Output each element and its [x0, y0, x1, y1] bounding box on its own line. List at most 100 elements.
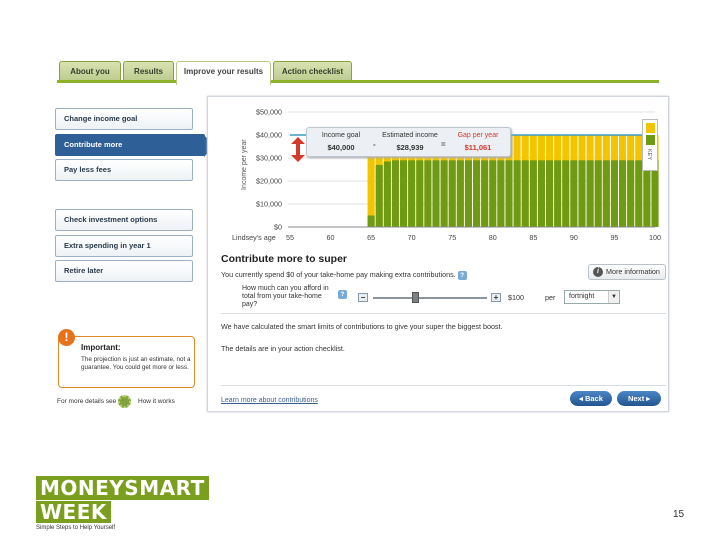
help-icon[interactable]: ?	[457, 270, 467, 280]
bar-income	[529, 160, 537, 227]
bar-income	[610, 160, 618, 227]
amount-slider-track[interactable]	[373, 297, 487, 299]
per-label: per	[545, 293, 556, 302]
info-icon: i	[593, 267, 603, 277]
help-icon[interactable]: ?	[338, 290, 347, 299]
equals-operator: =	[441, 140, 446, 149]
legend-swatch-green	[646, 135, 655, 145]
logo-tagline: Simple Steps to Help Yourself	[36, 525, 116, 531]
chevron-down-icon: ▼	[608, 291, 619, 303]
bar-income	[367, 215, 375, 227]
bar-income	[594, 160, 602, 227]
exclamation-icon: !	[58, 329, 75, 346]
income-goal-value: $40,000	[327, 143, 355, 152]
x-tick-label: 95	[610, 233, 618, 242]
x-tick-label: 90	[570, 233, 578, 242]
x-tick-label: 55	[286, 233, 294, 242]
x-tick-label: 65	[367, 233, 375, 242]
more-information-label: More information	[606, 267, 660, 276]
bar-income	[473, 160, 481, 227]
bar-income	[562, 160, 570, 227]
moneysmart-week-logo: MONEYSMART WEEK Simple Steps to Help You…	[36, 476, 209, 531]
estimated-income-value: $28,939	[396, 143, 424, 152]
bar-income	[570, 160, 578, 227]
x-axis-label: Lindsey's age	[232, 233, 276, 242]
bar-income	[537, 160, 545, 227]
frequency-value: fortnight	[569, 293, 595, 300]
bar-income	[391, 160, 399, 227]
bar-income	[586, 160, 594, 227]
bar-income	[383, 161, 391, 227]
bar-income	[627, 160, 635, 227]
bar-income	[521, 160, 529, 227]
bar-income	[464, 160, 472, 227]
more-details-text: For more details see	[57, 398, 117, 405]
chart-key[interactable]: KEY	[642, 119, 658, 171]
y-tick-label: $0	[274, 223, 282, 232]
how-it-works-link[interactable]: How it works	[138, 398, 175, 405]
bar-income	[440, 160, 448, 227]
x-tick-label: 75	[448, 233, 456, 242]
legend-swatch-yellow	[646, 123, 655, 133]
income-chart: Income per year $50,000 $40,000 $30,000 $20…	[232, 108, 661, 243]
afford-question: How much can you afford in total from yo…	[242, 285, 329, 308]
bar-income	[424, 160, 432, 227]
bar-income	[578, 160, 586, 227]
x-tick-label: 85	[529, 233, 537, 242]
income-goal-label: Income goal	[321, 132, 361, 139]
section-heading: Contribute more to super	[221, 253, 348, 265]
bar-income	[456, 160, 464, 227]
logo-line-2: WEEK	[36, 501, 111, 523]
decrease-button[interactable]: −	[358, 293, 368, 302]
logo-line-1: MONEYSMART	[36, 476, 209, 500]
bar-income	[546, 160, 554, 227]
divider	[221, 385, 666, 386]
increase-button[interactable]: +	[491, 293, 501, 302]
bar-income	[602, 160, 610, 227]
gap-value: $11,061	[464, 143, 492, 152]
gap-label: Gap per year	[457, 132, 499, 139]
important-title: Important:	[81, 343, 121, 352]
y-tick-label: $30,000	[256, 154, 282, 163]
checklist-message: The details are in your action checklist…	[221, 344, 345, 353]
important-notice: ! Important: The projection is just an e…	[58, 329, 195, 388]
bar-income	[408, 160, 416, 227]
bar-income	[513, 160, 521, 227]
more-information-button[interactable]: i More information	[588, 264, 666, 280]
contributions-link[interactable]: Learn more about contributions	[221, 397, 318, 404]
bar-income	[554, 160, 562, 227]
page-number: 15	[673, 509, 685, 520]
menu-retire-later[interactable]: Retire later	[55, 260, 193, 282]
gear-icon[interactable]	[118, 395, 131, 408]
bar-income	[416, 160, 424, 227]
next-button[interactable]: Next ▸	[617, 391, 661, 406]
amount-value: $100	[508, 293, 524, 302]
y-axis-label: Income per year	[241, 139, 248, 190]
bar-income	[489, 160, 497, 227]
frequency-select[interactable]: fortnight ▼	[564, 290, 620, 304]
bar-income	[448, 160, 456, 227]
bar-income	[619, 160, 627, 227]
x-tick-label: 60	[327, 233, 335, 242]
current-contribution-label: You currently spend $0 of your take-home…	[221, 270, 456, 279]
x-tick-label: 80	[489, 233, 497, 242]
gap-tooltip: Income goal $40,000 - Estimated income $…	[306, 127, 511, 157]
bar-income	[375, 164, 383, 227]
amount-slider-thumb[interactable]	[412, 292, 420, 303]
bar-income	[432, 160, 440, 227]
bar-income	[497, 160, 505, 227]
current-contribution-text: You currently spend $0 of your take-home…	[221, 270, 467, 280]
key-label: KEY	[646, 149, 652, 161]
estimated-income-label: Estimated income	[382, 132, 438, 139]
gap-arrow-icon	[291, 137, 305, 162]
back-button[interactable]: ◂ Back	[570, 391, 612, 406]
y-tick-label: $20,000	[256, 177, 282, 186]
x-tick-label: 100	[649, 233, 661, 242]
limits-message: We have calculated the smart limits of c…	[221, 322, 503, 331]
y-tick-label: $10,000	[256, 200, 282, 209]
y-tick-label: $50,000	[256, 108, 282, 117]
divider	[221, 313, 666, 314]
tab-improve-your-results[interactable]: Improve your results	[176, 61, 271, 85]
important-text: The projection is just an estimate, not …	[81, 356, 191, 371]
bar-income	[400, 160, 408, 227]
